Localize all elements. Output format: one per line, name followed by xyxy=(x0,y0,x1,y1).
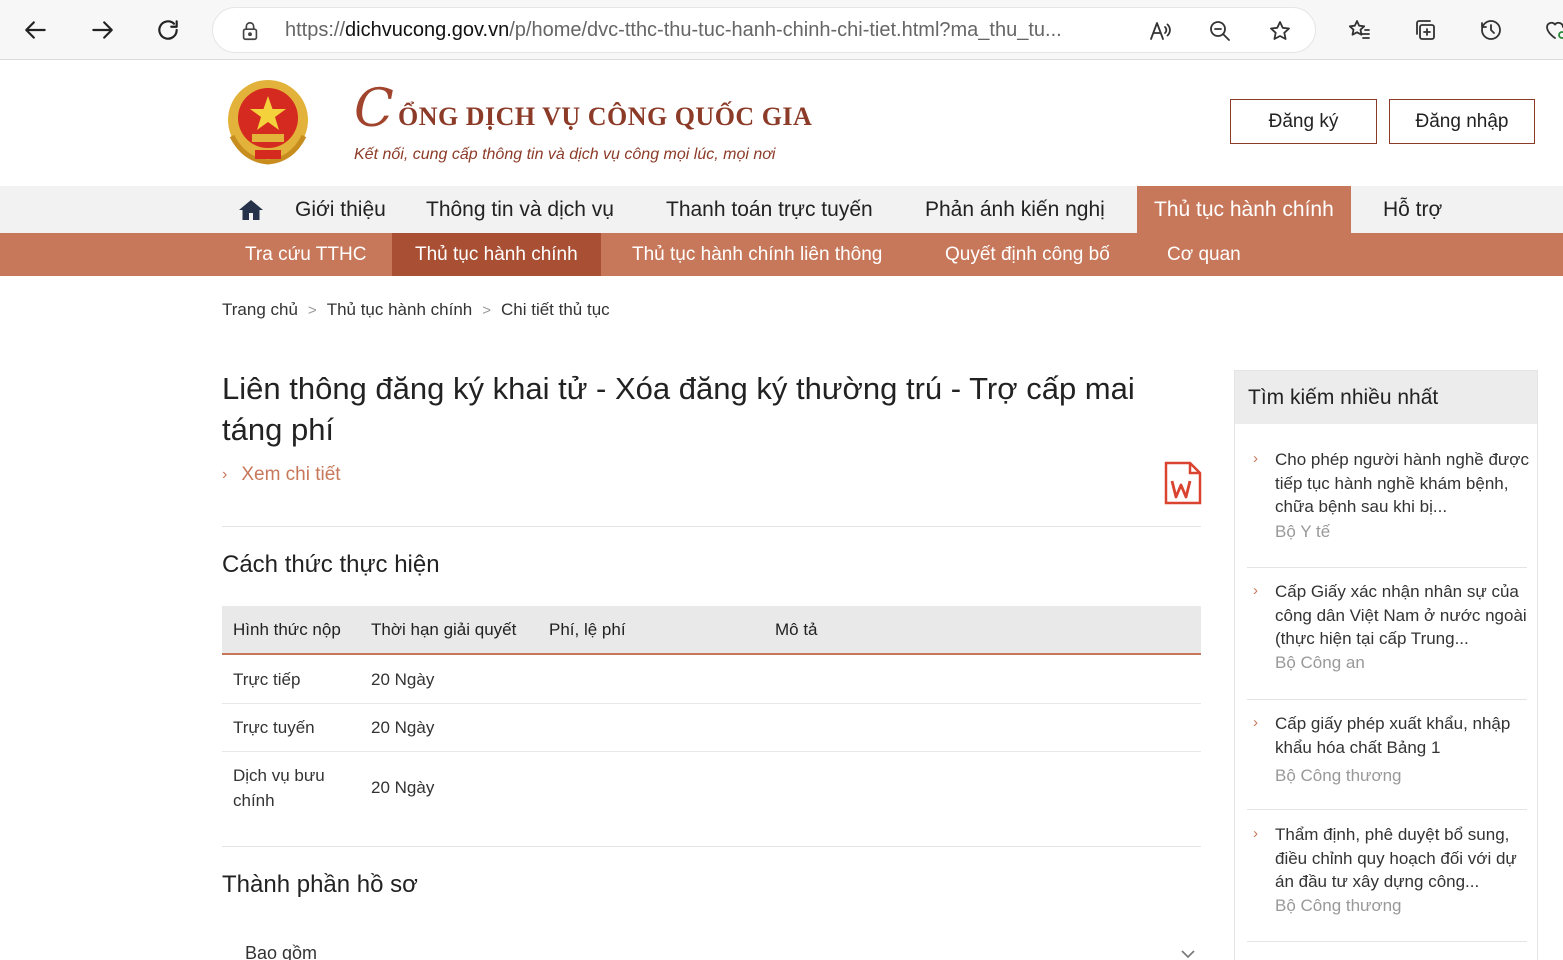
list-item[interactable]: › Cho phép người hành nghề được tiếp tục… xyxy=(1247,448,1529,568)
favorites-list-icon xyxy=(1348,20,1370,39)
nav-item-support[interactable]: Hỗ trợ xyxy=(1366,186,1459,233)
subnav-item-agencies[interactable]: Cơ quan xyxy=(1144,233,1264,276)
breadcrumb-current: Chi tiết thủ tục xyxy=(501,300,610,319)
breadcrumb-procedures[interactable]: Thủ tục hành chính xyxy=(327,300,473,320)
list-item[interactable]: › Cấp giấy phép xuất khẩu, nhập khẩu hóa… xyxy=(1247,712,1527,810)
cell-method: Trực tiếp xyxy=(233,670,301,689)
table-row: Trực tuyến 20 Ngày xyxy=(222,704,1201,752)
url-host: dichvucong.gov.vn xyxy=(345,19,510,41)
view-detail-label: Xem chi tiết xyxy=(241,464,341,485)
list-item-title: Thẩm định, phê duyệt bổ sung, điều chỉnh… xyxy=(1275,825,1517,891)
history-button[interactable] xyxy=(1479,18,1503,42)
section-title-method: Cách thức thực hiện xyxy=(222,551,440,578)
sidebar-title: Tìm kiếm nhiều nhất xyxy=(1235,371,1537,424)
list-item-title: Cho phép người hành nghề được tiếp tục h… xyxy=(1275,450,1529,516)
favorite-button[interactable] xyxy=(1268,19,1292,43)
list-item[interactable]: › Cấp Giấy xác nhận nhân sự của công dân… xyxy=(1247,580,1527,700)
table-row: Trực tiếp 20 Ngày xyxy=(222,655,1201,704)
column-header-duration: Thời hạn giải quyết xyxy=(371,619,517,639)
zoom-out-icon xyxy=(1210,21,1230,41)
subnav-item-procedures[interactable]: Thủ tục hành chính xyxy=(392,233,601,276)
cell-method: Trực tuyến xyxy=(233,718,315,737)
site-header: C ỔNG DỊCH VỤ CÔNG QUỐC GIA Kết nối, cun… xyxy=(0,60,1563,186)
refresh-icon xyxy=(158,20,178,40)
url-text: https://dichvucong.gov.vn/p/home/dvc-tth… xyxy=(285,19,1062,42)
login-button[interactable]: Đăng nhập xyxy=(1389,99,1535,144)
list-item-org: Bộ Công thương xyxy=(1275,896,1402,915)
sub-nav: Tra cứu TTHC Thủ tục hành chính Thủ tục … xyxy=(0,233,1563,276)
history-icon xyxy=(1481,20,1501,40)
column-header-description: Mô tả xyxy=(775,619,818,639)
column-header-method: Hình thức nộp xyxy=(233,619,341,639)
list-item-org: Bộ Công thương xyxy=(1275,766,1402,785)
nav-item-feedback[interactable]: Phản ánh kiến nghị xyxy=(908,186,1122,233)
read-aloud-button[interactable] xyxy=(1148,19,1172,43)
table-row: Dịch vụ bưu chính 20 Ngày xyxy=(222,752,1201,824)
national-emblem-icon[interactable] xyxy=(222,76,314,168)
chevron-right-icon: › xyxy=(1253,450,1258,467)
nav-item-procedures[interactable]: Thủ tục hành chính xyxy=(1137,186,1351,233)
cell-duration: 20 Ngày xyxy=(371,670,435,689)
nav-item-introduction[interactable]: Giới thiệu xyxy=(278,186,403,233)
chevron-down-icon[interactable] xyxy=(1180,948,1196,960)
zoom-button[interactable] xyxy=(1208,19,1232,43)
register-button[interactable]: Đăng ký xyxy=(1230,99,1377,144)
read-aloud-icon xyxy=(1150,22,1171,40)
section-title-documents: Thành phần hồ sơ xyxy=(222,871,418,898)
url-prefix: https:// xyxy=(285,19,346,41)
table-header: Hình thức nộp Thời hạn giải quyết Phí, l… xyxy=(222,606,1201,655)
list-item-org: Bộ Y tế xyxy=(1275,522,1331,541)
view-detail-link[interactable]: › Xem chi tiết xyxy=(222,464,341,486)
tagline: Kết nối, cung cấp thông tin và dịch vụ c… xyxy=(354,146,776,163)
collections-button[interactable] xyxy=(1413,18,1437,42)
main-nav: Giới thiệu Thông tin và dịch vụ Thanh to… xyxy=(0,186,1563,233)
collections-icon xyxy=(1416,20,1435,40)
word-document-icon[interactable] xyxy=(1164,461,1202,505)
chevron-right-icon: › xyxy=(222,466,228,483)
logo-initial: C xyxy=(354,79,394,139)
breadcrumb-home[interactable]: Trang chủ xyxy=(222,300,298,320)
list-item-title: Cấp Giấy xác nhận nhân sự của công dân V… xyxy=(1275,582,1527,648)
nav-item-info-services[interactable]: Thông tin và dịch vụ xyxy=(409,186,631,233)
accordion-includes[interactable]: Bao gồm xyxy=(245,943,317,960)
chevron-right-icon: › xyxy=(1253,825,1258,842)
cell-duration: 20 Ngày xyxy=(371,718,435,737)
url-path: /p/home/dvc-tthc-thu-tuc-hanh-chinh-chi-… xyxy=(509,19,1062,41)
cell-method: Dịch vụ bưu chính xyxy=(233,766,325,810)
home-icon[interactable] xyxy=(238,198,264,222)
breadcrumb-separator: > xyxy=(482,301,491,319)
logo-title-text: ỔNG DỊCH VỤ CÔNG QUỐC GIA xyxy=(398,102,813,131)
subnav-item-linked-procedures[interactable]: Thủ tục hành chính liên thông xyxy=(609,233,905,276)
address-bar[interactable]: https://dichvucong.gov.vn/p/home/dvc-tth… xyxy=(212,7,1316,53)
breadcrumb: Trang chủ > Thủ tục hành chính > Chi tiế… xyxy=(222,300,610,320)
list-item-title: Cấp giấy phép xuất khẩu, nhập khẩu hóa c… xyxy=(1275,714,1511,757)
chevron-right-icon: › xyxy=(1253,714,1258,731)
column-header-fee: Phí, lệ phí xyxy=(549,619,626,639)
arrow-left-icon xyxy=(25,21,46,39)
performance-button[interactable] xyxy=(1543,18,1563,42)
back-button[interactable] xyxy=(18,12,54,48)
refresh-button[interactable] xyxy=(150,12,186,48)
subnav-item-decisions[interactable]: Quyết định công bố xyxy=(922,233,1133,276)
arrow-right-icon xyxy=(92,21,113,39)
chevron-right-icon: › xyxy=(1253,582,1258,599)
list-item-org: Bộ Công an xyxy=(1275,653,1365,672)
favorites-button[interactable] xyxy=(1347,18,1371,42)
list-item[interactable]: › Thẩm định, phê duyệt bổ sung, điều chỉ… xyxy=(1247,823,1527,942)
most-searched-panel: Tìm kiếm nhiều nhất › Cho phép người hàn… xyxy=(1234,370,1538,960)
heart-pulse-icon xyxy=(1546,21,1563,39)
page-title: Liên thông đăng ký khai tử - Xóa đăng ký… xyxy=(222,371,1135,447)
nav-item-online-payment[interactable]: Thanh toán trực tuyến xyxy=(649,186,890,233)
forward-button[interactable] xyxy=(84,12,120,48)
divider xyxy=(222,526,1201,527)
star-icon xyxy=(1270,21,1290,40)
breadcrumb-separator: > xyxy=(307,301,317,319)
divider xyxy=(222,846,1201,847)
browser-toolbar: https://dichvucong.gov.vn/p/home/dvc-tth… xyxy=(0,0,1563,60)
submission-method-table: Hình thức nộp Thời hạn giải quyết Phí, l… xyxy=(222,606,1201,824)
subnav-item-lookup[interactable]: Tra cứu TTHC xyxy=(222,233,389,276)
lock-icon xyxy=(242,21,258,41)
cell-duration: 20 Ngày xyxy=(371,778,435,797)
